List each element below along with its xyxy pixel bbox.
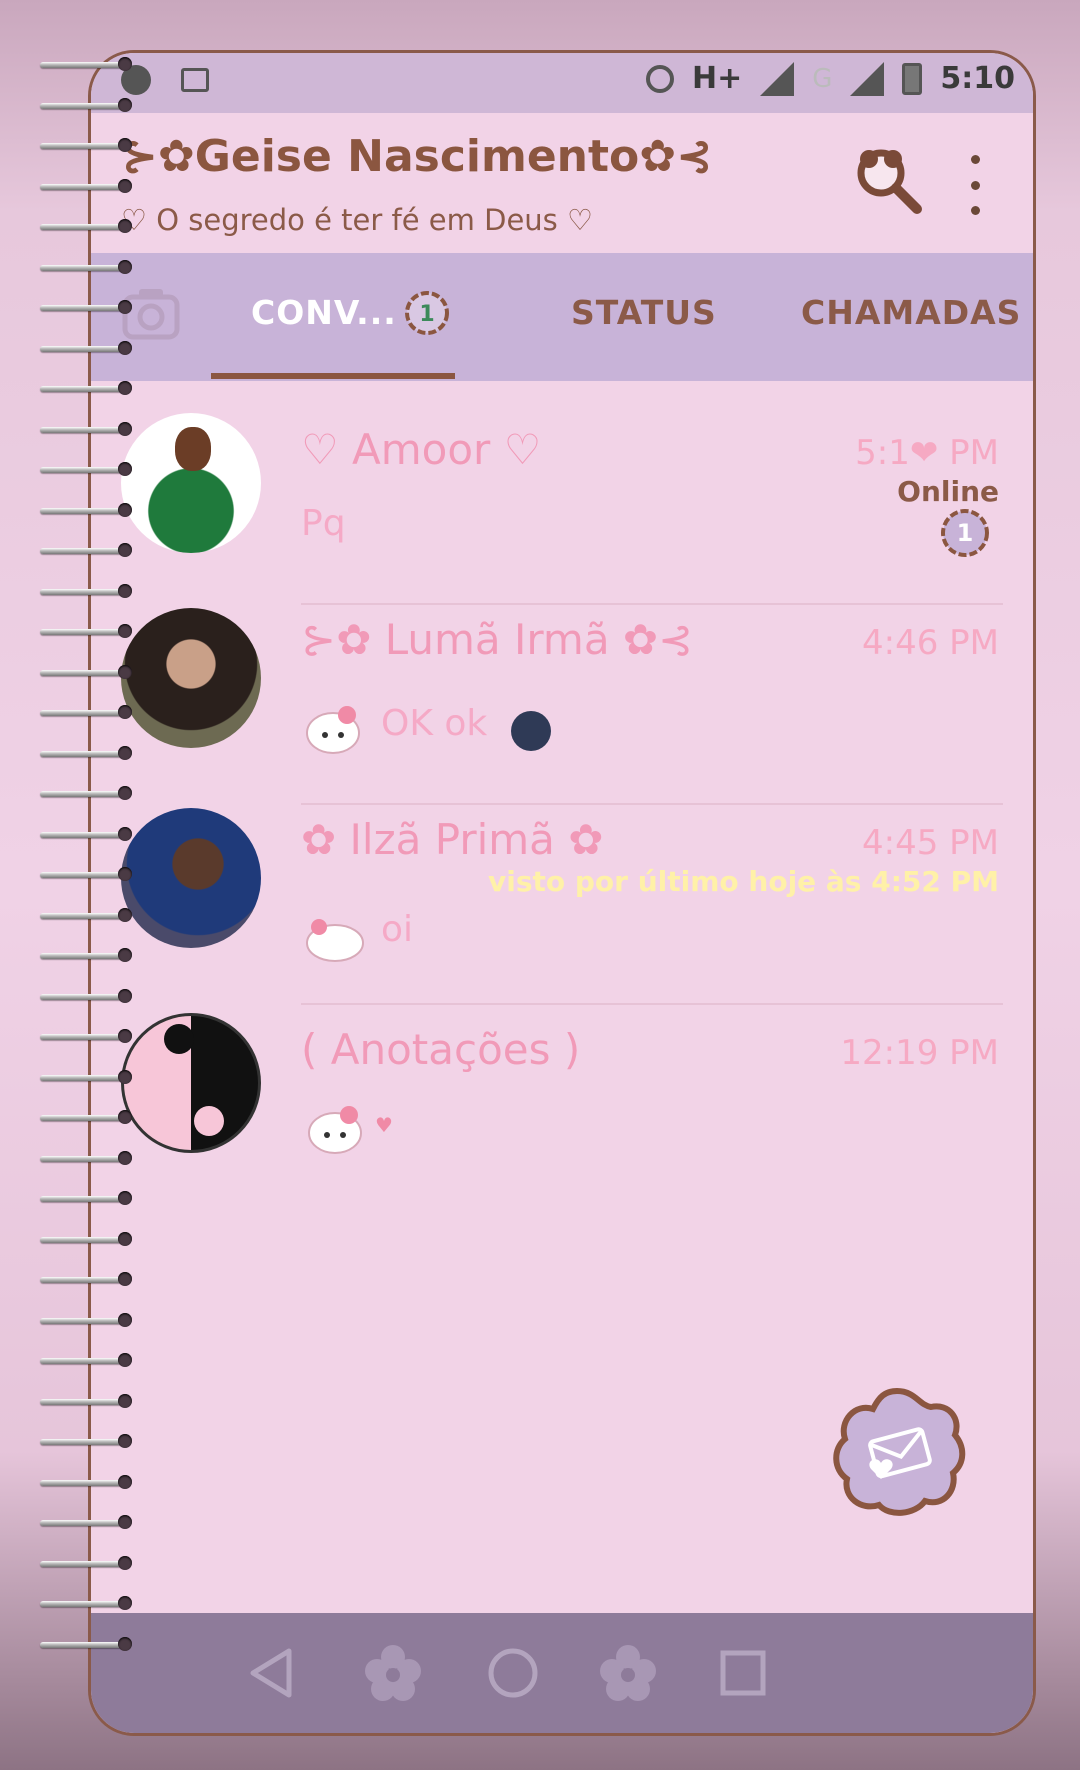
binding-ring [40, 1596, 132, 1610]
binding-ring [40, 786, 132, 800]
binding-ring [40, 381, 132, 395]
binding-ring [40, 1110, 132, 1124]
spiral-binding [40, 57, 140, 1720]
binding-ring [40, 867, 132, 881]
chat-time: 4:45 PM [862, 823, 999, 863]
chat-preview: Pq [301, 503, 346, 544]
network-type: H+ [691, 61, 743, 96]
search-icon[interactable] [853, 145, 923, 215]
contact-title: ⊱✿Geise Nascimento✿⊰ [121, 131, 714, 182]
chat-time: 12:19 PM [840, 1033, 999, 1073]
unread-count-badge: 1 [941, 509, 989, 557]
binding-ring [40, 826, 132, 841]
binding-ring [40, 1191, 132, 1205]
binding-ring [40, 178, 132, 193]
status-bar: H+ G 5:10 [91, 53, 1033, 113]
binding-ring [40, 340, 132, 355]
binding-ring [40, 664, 132, 679]
new-chat-icon[interactable] [827, 1383, 967, 1523]
chat-preview: oi [381, 909, 414, 950]
binding-ring [40, 583, 132, 598]
tab-badge-count: 1 [419, 302, 434, 327]
binding-ring [40, 1069, 132, 1084]
contact-subtitle: ♡ O segredo é ter fé em Deus ♡ [121, 203, 593, 237]
more-vert-icon[interactable] [965, 155, 985, 215]
avatar [121, 808, 261, 948]
binding-ring [40, 219, 132, 233]
binding-ring [40, 1636, 132, 1651]
binding-ring [40, 97, 132, 112]
tab-conversations[interactable]: CONV... [251, 293, 397, 332]
binding-ring [40, 624, 132, 638]
mini-avatar [511, 711, 551, 751]
binding-ring [40, 57, 132, 71]
home-icon[interactable] [481, 1641, 545, 1705]
binding-ring [40, 1393, 132, 1408]
chat-name: ( Anotações ) [301, 1025, 581, 1074]
tab-indicator [211, 373, 455, 379]
data-saver-icon [645, 64, 674, 93]
chat-name: ⊱✿ Lumã Irmã ✿⊰ [301, 615, 694, 664]
chat-row-notes[interactable]: ( Anotações ) 12:19 PM ♥ [91, 1003, 1033, 1203]
navigation-bar [91, 1613, 1033, 1733]
binding-ring [40, 543, 132, 557]
network-type-2: G [812, 63, 833, 94]
chat-time: 4:46 PM [862, 623, 999, 663]
chat-preview: OK ok [381, 703, 488, 744]
binding-ring [40, 1353, 132, 1367]
binding-ring [40, 1474, 132, 1489]
chat-name: ♡ Amoor ♡ [301, 425, 542, 474]
unread-badge: 1 [405, 291, 449, 335]
binding-ring [40, 1312, 132, 1327]
binding-ring [40, 948, 132, 962]
chat-row-ilza[interactable]: ✿ Ilzã Primã ✿ 4:45 PM visto por último … [91, 803, 1033, 1005]
binding-ring [40, 138, 132, 152]
hello-kitty-sticker-icon [306, 919, 364, 962]
presence-label: Online [897, 475, 999, 508]
binding-ring [40, 502, 132, 517]
binding-ring [40, 1150, 132, 1165]
avatar [121, 413, 261, 553]
flower-icon [600, 1645, 656, 1701]
chat-row-luma[interactable]: ⊱✿ Lumã Irmã ✿⊰ 4:46 PM OK ok [91, 603, 1033, 805]
binding-ring [40, 300, 132, 314]
last-seen: visto por último hoje às 4:52 PM [488, 865, 999, 898]
binding-ring [40, 988, 132, 1003]
binding-ring [40, 1231, 132, 1246]
binding-ring [40, 1515, 132, 1529]
binding-ring [40, 462, 132, 476]
clock: 5:10 [940, 61, 1015, 96]
battery-icon [902, 62, 923, 95]
tab-calls[interactable]: CHAMADAS [801, 293, 1021, 332]
image-notification-icon [181, 68, 209, 92]
binding-ring [40, 745, 132, 760]
binding-ring [40, 1555, 132, 1570]
hello-kitty-sticker-icon [306, 706, 360, 754]
phone-screen: H+ G 5:10 ⊱✿Geise Nascimento✿⊰ ♡ O segre… [88, 50, 1036, 1736]
signal-icon [760, 61, 795, 96]
chat-time: 5:1❤ PM [855, 433, 999, 473]
flower-icon [365, 1645, 421, 1701]
signal-icon-2 [850, 61, 885, 96]
binding-ring [40, 1272, 132, 1286]
chat-preview: ♥ [375, 1113, 393, 1137]
tab-status[interactable]: STATUS [571, 293, 717, 332]
binding-ring [40, 1434, 132, 1448]
binding-ring [40, 1029, 132, 1043]
tab-bar: CONV... 1 STATUS CHAMADAS [91, 253, 1033, 381]
unread-count: 1 [957, 519, 974, 547]
binding-ring [40, 705, 132, 719]
hello-kitty-sticker-icon [308, 1106, 362, 1154]
back-icon[interactable] [241, 1641, 305, 1705]
chat-row-amoor[interactable]: ♡ Amoor ♡ 5:1❤ PM Online Pq 1 [91, 403, 1033, 605]
avatar [121, 608, 261, 748]
binding-ring [40, 259, 132, 274]
chat-name: ✿ Ilzã Primã ✿ [301, 815, 604, 864]
avatar [121, 1013, 261, 1153]
binding-ring [40, 421, 132, 436]
recents-icon[interactable] [711, 1641, 775, 1705]
binding-ring [40, 907, 132, 922]
